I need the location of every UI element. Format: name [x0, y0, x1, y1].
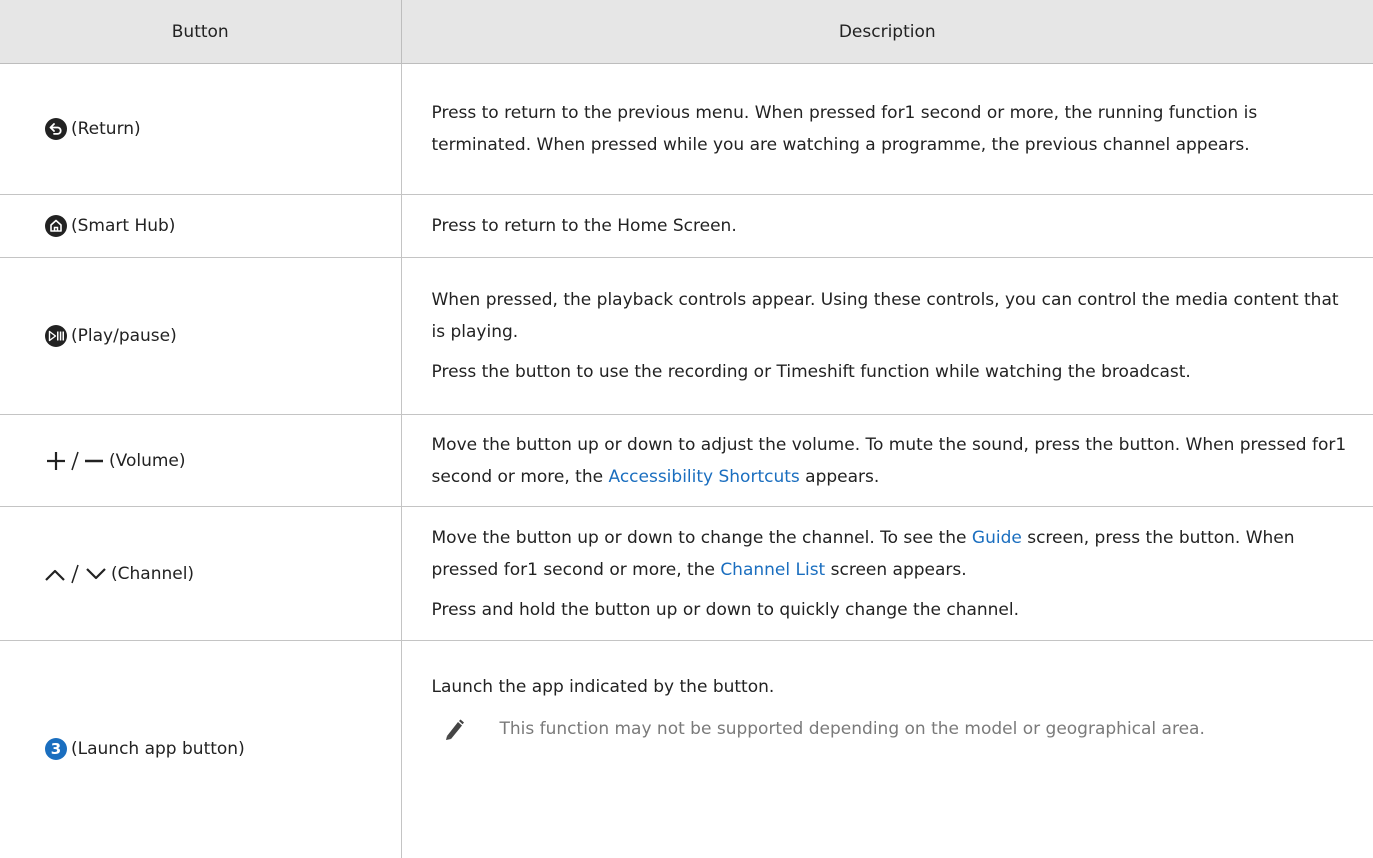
description-text: Press to return to the previous menu. Wh… — [431, 103, 1258, 155]
button-label: (Play/pause) — [71, 326, 177, 346]
table-row: (Channel) Move the button up or down to … — [0, 506, 1373, 641]
guide-link[interactable]: Guide — [972, 528, 1022, 548]
button-label: (Smart Hub) — [71, 216, 176, 236]
table-row: (Return) Press to return to the previous… — [0, 63, 1373, 195]
button-description-table: Button Description (Return) Press to ret… — [0, 0, 1373, 858]
description-text: Press the button to use the recording or… — [431, 362, 1191, 382]
description-cell: When pressed, the playback controls appe… — [401, 257, 1373, 415]
plus-minus-icon — [45, 450, 105, 472]
description-text: When pressed, the playback controls appe… — [431, 290, 1339, 342]
note-text: This function may not be supported depen… — [499, 719, 1205, 739]
table-row: (Volume) Move the button up or down to a… — [0, 414, 1373, 507]
play-pause-icon — [45, 325, 67, 347]
button-label: (Return) — [71, 119, 141, 139]
description-cell: Launch the app indicated by the button. … — [401, 641, 1373, 858]
table-row: (Smart Hub) Press to return to the Home … — [0, 194, 1373, 258]
button-cell: (Play/pause) — [0, 257, 402, 415]
header-button: Button — [0, 0, 402, 64]
description-cell: Move the button up or down to adjust the… — [401, 414, 1373, 507]
description-text: Launch the app indicated by the button. — [431, 677, 775, 697]
button-cell: (Smart Hub) — [0, 194, 402, 258]
description-text: Press and hold the button up or down to … — [431, 599, 1020, 620]
button-cell: (Channel) — [0, 506, 402, 641]
button-label: (Launch app button) — [71, 739, 245, 760]
description-text: Move the button up or down to change the… — [432, 522, 1356, 586]
description-text: Move the button up or down to adjust the… — [432, 429, 1356, 493]
button-cell: (Volume) — [0, 414, 402, 507]
description-cell: Press to return to the previous menu. Wh… — [401, 63, 1373, 195]
accessibility-shortcuts-link[interactable]: Accessibility Shortcuts — [608, 467, 799, 487]
header-row: Button Description — [0, 0, 1373, 64]
table-row: 3 (Launch app button) Launch the app ind… — [0, 640, 1373, 858]
header-description: Description — [401, 0, 1373, 64]
return-icon — [45, 118, 67, 140]
home-icon — [45, 215, 67, 237]
number-3-icon: 3 — [45, 738, 67, 761]
svg-text:3: 3 — [51, 740, 61, 758]
description-text-part: Move the button up or down to change the… — [431, 527, 972, 548]
button-label: (Channel) — [111, 563, 195, 584]
pencil-icon — [444, 713, 474, 752]
channel-list-link[interactable]: Channel List — [720, 560, 825, 580]
description-text-part: Move the button up or down to adjust the… — [431, 434, 1347, 487]
button-cell: (Return) — [0, 63, 402, 195]
description-cell: Press to return to the Home Screen. — [401, 194, 1373, 258]
button-cell: 3 (Launch app button) — [0, 640, 402, 858]
description-text: Press to return to the Home Screen. — [431, 216, 737, 236]
description-text-part: screen appears. — [825, 559, 967, 580]
note: This function may not be supported depen… — [432, 713, 1356, 752]
chevron-up-down-icon — [45, 563, 107, 585]
button-label: (Volume) — [109, 450, 186, 471]
description-text-part: appears. — [799, 466, 880, 487]
table-row: (Play/pause) When pressed, the playback … — [0, 257, 1373, 415]
description-cell: Move the button up or down to change the… — [401, 506, 1373, 641]
